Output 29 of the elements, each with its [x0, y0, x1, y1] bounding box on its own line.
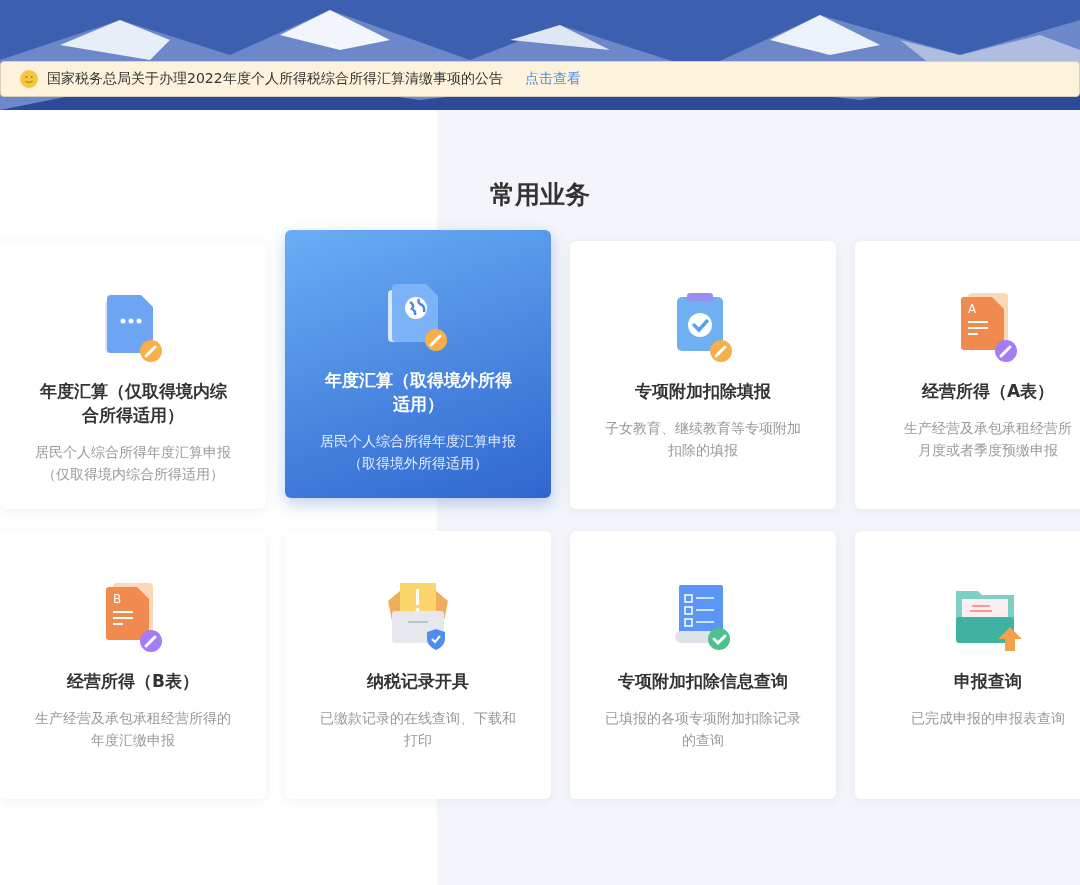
card-title: 纳税记录开具 — [366, 670, 470, 693]
card-description: 生产经营及承包承租经营所得的年度汇缴申报 — [35, 709, 231, 750]
card-description: 居民个人综合所得年度汇算申报（取得境外所得适用） — [320, 432, 516, 473]
service-card[interactable]: B 经营所得（B表） 生产经营及承包承租经营所得的年度汇缴申报 — [0, 531, 266, 799]
inbox-alert-icon — [386, 581, 450, 653]
card-title: 经营所得（B表） — [66, 670, 200, 693]
card-description: 已填报的各项专项附加扣除记录的查询 — [605, 709, 801, 750]
notice-text: 国家税务总局关于办理2022年度个人所得税综合所得汇算清缴事项的公告 — [47, 70, 503, 88]
card-description: 子女教育、继续教育等专项附加扣除的填报 — [605, 419, 801, 460]
card-description: 月度或者季度预缴申报 — [917, 441, 1059, 460]
service-card[interactable]: A 经营所得（A表） 生产经营及承包承租经营所 月度或者季度预缴申报 — [855, 241, 1080, 509]
service-card[interactable]: 年度汇算（取得境外所得适用） 居民个人综合所得年度汇算申报（取得境外所得适用） — [285, 230, 551, 498]
card-title: 年度汇算（仅取得境内综合所得适用） — [38, 380, 228, 427]
service-card[interactable]: 年度汇算（仅取得境内综合所得适用） 居民个人综合所得年度汇算申报（仅取得境内综合所得适用） — [0, 241, 266, 509]
section-title: 常用业务 — [490, 179, 590, 211]
card-description: 生产经营及承包承租经营所 — [903, 419, 1073, 438]
card-title: 年度汇算（取得境外所得适用） — [323, 369, 513, 416]
card-title: 专项附加扣除信息查询 — [617, 670, 789, 693]
card-description: 已缴款记录的在线查询、下载和打印 — [320, 709, 516, 750]
card-title: 经营所得（A表） — [920, 380, 1056, 403]
service-card[interactable]: 专项附加扣除填报 子女教育、继续教育等专项附加扣除的填报 — [570, 241, 836, 509]
service-card[interactable]: 专项附加扣除信息查询 已填报的各项专项附加扣除记录的查询 — [570, 531, 836, 799]
card-title: 申报查询 — [953, 670, 1023, 693]
card-description: 已完成申报的申报表查询 — [910, 709, 1066, 728]
smiley-icon — [20, 70, 38, 88]
card-title: 专项附加扣除填报 — [634, 380, 772, 403]
service-card[interactable]: 申报查询 已完成申报的申报表查询 — [855, 531, 1080, 799]
card-description: 居民个人综合所得年度汇算申报（仅取得境内综合所得适用） — [35, 443, 231, 484]
service-card[interactable]: 纳税记录开具 已缴款记录的在线查询、下载和打印 — [285, 531, 551, 799]
